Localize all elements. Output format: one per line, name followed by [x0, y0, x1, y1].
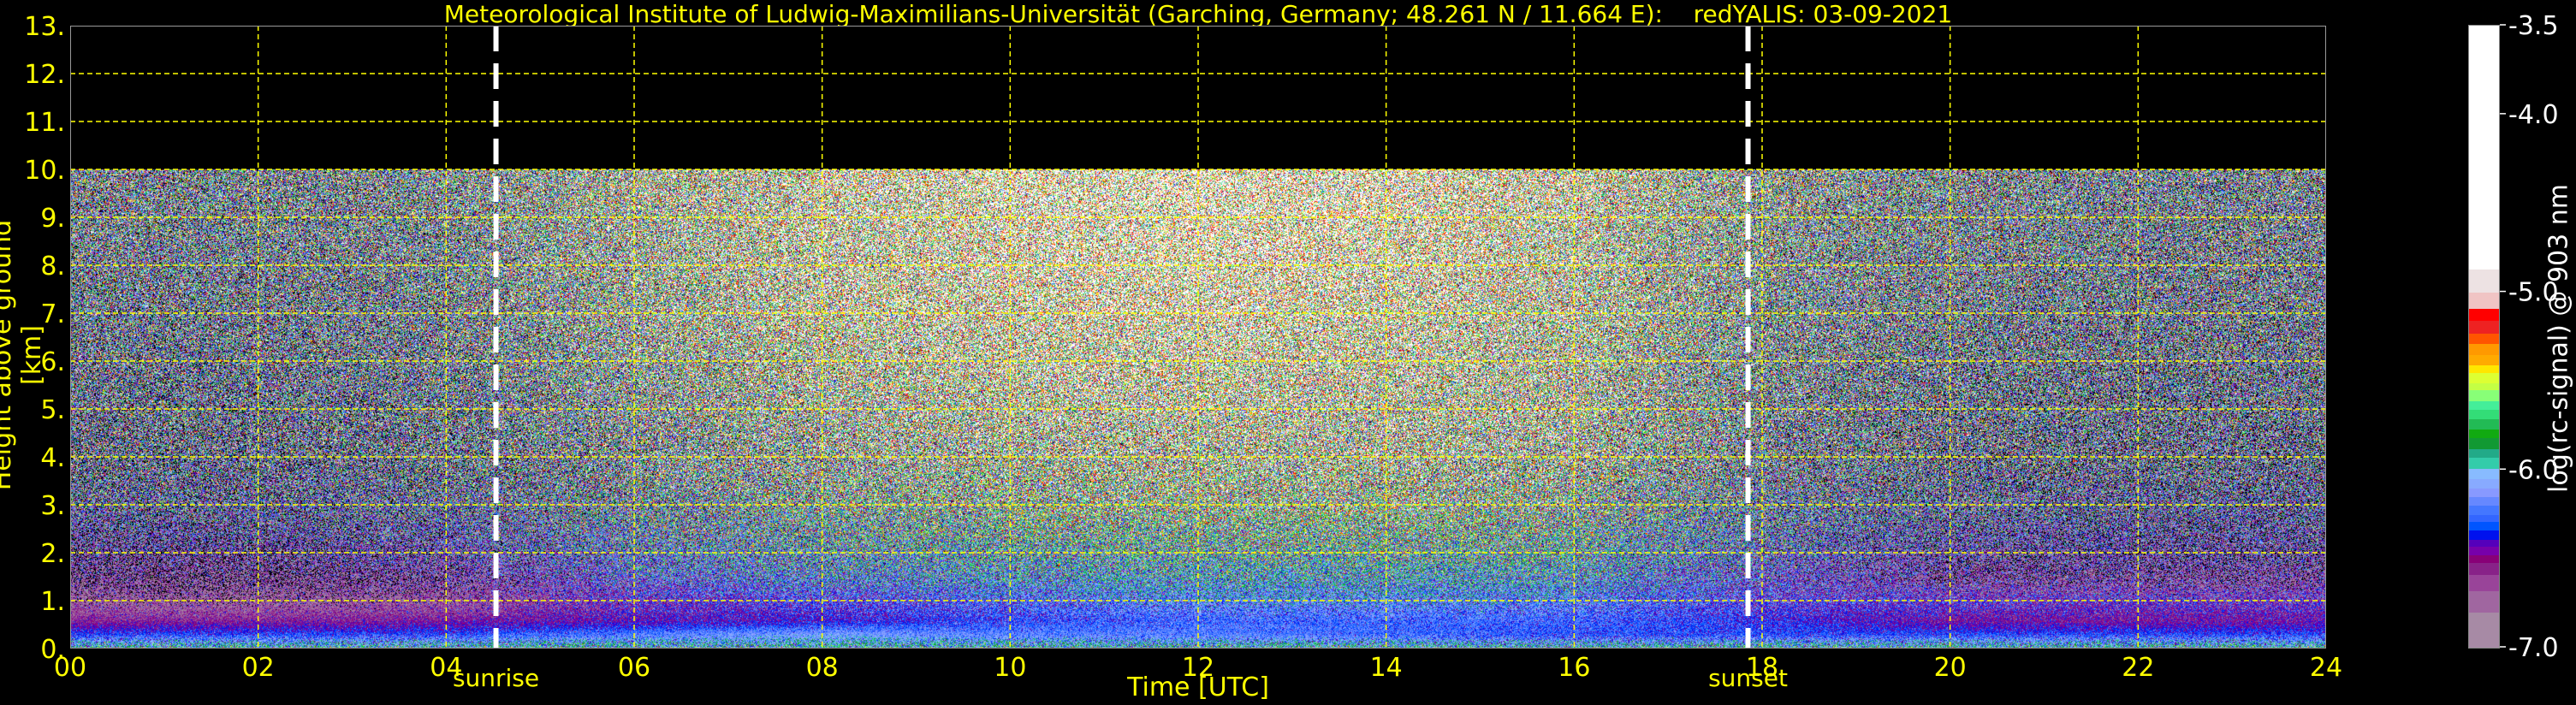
colorbar-segment	[2469, 372, 2499, 383]
x-tick-label: 18	[1746, 653, 1778, 683]
colorbar-segment	[2469, 539, 2499, 548]
colorbar-label: log(rc-signal) @ 903 nm	[2543, 184, 2574, 493]
colorbar-segment	[2469, 418, 2499, 430]
plot-area	[70, 26, 2326, 649]
x-axis-label: Time [UTC]	[1127, 672, 1269, 702]
colorbar-segment	[2469, 364, 2499, 373]
x-tick-label: 14	[1370, 653, 1403, 683]
y-tick-label: 12.	[24, 60, 65, 90]
colorbar-segment	[2469, 590, 2499, 613]
x-tick-label: 04	[430, 653, 462, 683]
x-tick-label: 06	[618, 653, 650, 683]
colorbar-segment	[2469, 320, 2499, 334]
colorbar-tick-label: -3.5	[2508, 11, 2559, 41]
x-tick-label: 16	[1558, 653, 1590, 683]
colorbar-segment	[2469, 478, 2499, 489]
colorbar-segment	[2469, 333, 2499, 345]
colorbar-segment	[2469, 308, 2499, 322]
colorbar-segment	[2469, 562, 2499, 576]
colorbar-segment	[2469, 382, 2499, 391]
colorbar-segment	[2469, 505, 2499, 515]
colorbar-segment	[2469, 612, 2499, 649]
plot-overlay	[70, 26, 2326, 649]
colorbar-segment	[2469, 292, 2499, 309]
colorbar	[2468, 25, 2500, 649]
colorbar-segment	[2469, 530, 2499, 540]
colorbar-segment	[2469, 574, 2499, 592]
colorbar-segment	[2469, 429, 2499, 439]
colorbar-segment	[2469, 437, 2499, 449]
colorbar-segment	[2469, 389, 2499, 401]
colorbar-segment	[2469, 554, 2499, 563]
colorbar-tick-label: -7.0	[2508, 633, 2559, 663]
colorbar-segment	[2469, 354, 2499, 366]
y-tick-label: 1.	[40, 587, 65, 617]
colorbar-segment	[2469, 400, 2499, 411]
colorbar-segment	[2469, 521, 2499, 531]
y-axis-label: Height above ground [km]	[0, 219, 47, 491]
sunset-label: sunset	[1708, 664, 1788, 692]
x-tick-label: 00	[54, 653, 86, 683]
chart-title: Meteorological Institute of Ludwig-Maxim…	[443, 0, 1953, 28]
colorbar-segment	[2469, 514, 2499, 522]
x-tick-label: 10	[994, 653, 1026, 683]
colorbar-segment	[2469, 343, 2499, 355]
colorbar-segment	[2469, 457, 2499, 469]
x-tick-label: 08	[806, 653, 839, 683]
colorbar-segment	[2469, 468, 2499, 480]
colorbar-segment	[2469, 546, 2499, 556]
y-tick-label: 10.	[24, 156, 65, 186]
sunrise-label: sunrise	[453, 664, 539, 692]
y-tick-label: 2.	[40, 539, 65, 569]
y-tick-label: 0.	[40, 635, 65, 665]
colorbar-segment	[2469, 448, 2499, 459]
x-tick-label: 20	[1934, 653, 1967, 683]
colorbar-segment	[2469, 488, 2499, 497]
colorbar-segment	[2469, 26, 2499, 270]
x-tick-label: 02	[242, 653, 275, 683]
y-tick-label: 11.	[24, 108, 65, 138]
colorbar-segment	[2469, 496, 2499, 507]
x-tick-label: 24	[2310, 653, 2342, 683]
colorbar-tick-label: -4.0	[2508, 100, 2559, 130]
colorbar-segment	[2469, 269, 2499, 293]
colorbar-segment	[2469, 409, 2499, 419]
x-tick-label: 22	[2122, 653, 2154, 683]
